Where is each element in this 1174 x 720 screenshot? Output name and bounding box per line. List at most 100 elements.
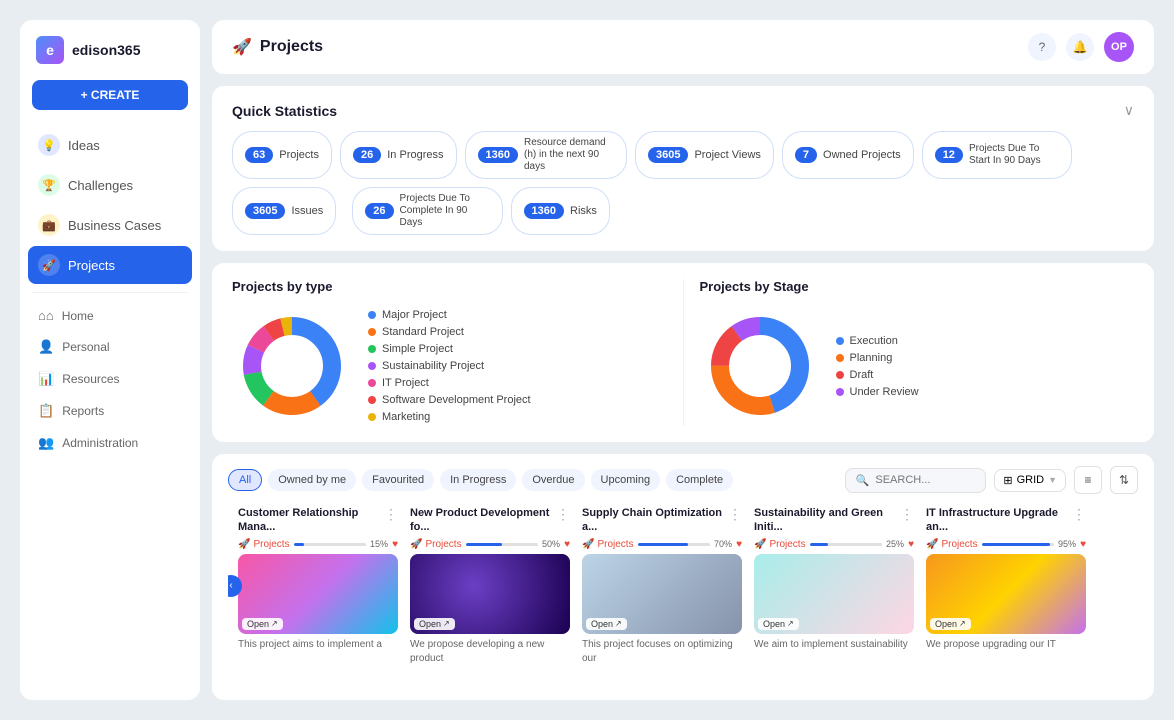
sidebar-link-reports[interactable]: 📋 Reports	[28, 396, 192, 426]
stats-panel: Quick Statistics ∨ 63 Projects 26 In Pro…	[212, 86, 1154, 251]
heart-2[interactable]: ♥	[736, 539, 742, 550]
project-menu-4[interactable]: ⋮	[1072, 506, 1086, 523]
progress-bar-4	[982, 543, 1054, 546]
sidebar-item-business[interactable]: 💼 Business Cases	[28, 206, 192, 244]
sidebar-nav: 💡 Ideas 🏆 Challenges 💼 Business Cases 🚀 …	[20, 126, 200, 284]
project-name-3: Sustainability and Green Initi...	[754, 506, 900, 535]
filter-inprogress[interactable]: In Progress	[440, 469, 516, 491]
logo-text: edison365	[72, 42, 140, 58]
legend-execution: Execution	[836, 335, 919, 347]
project-type-0: 🚀 Projects	[238, 539, 290, 550]
heart-3[interactable]: ♥	[908, 539, 914, 550]
stat-pill-owned[interactable]: 7 Owned Projects	[782, 131, 914, 179]
project-desc-4: We propose upgrading our IT	[926, 638, 1086, 652]
create-button[interactable]: + CREATE	[32, 80, 188, 110]
project-card-2: Supply Chain Optimization a... ⋮ 🚀 Proje…	[582, 506, 742, 666]
sidebar-item-ideas[interactable]: 💡 Ideas	[28, 126, 192, 164]
heart-4[interactable]: ♥	[1080, 539, 1086, 550]
stat-pill-inprogress[interactable]: 26 In Progress	[340, 131, 457, 179]
legend-draft: Draft	[836, 369, 919, 381]
stat-pill-projects[interactable]: 63 Projects	[232, 131, 332, 179]
stat-label-projects: Projects	[279, 149, 319, 161]
open-badge-2[interactable]: Open ↗	[586, 618, 627, 630]
legend-label-software: Software Development Project	[382, 394, 531, 406]
open-badge-4[interactable]: Open ↗	[930, 618, 971, 630]
sidebar-link-admin[interactable]: 👥 Administration	[28, 428, 192, 458]
sidebar-link-home[interactable]: ⌂ Home	[28, 301, 192, 330]
logo-area: e edison365	[20, 36, 200, 80]
chart-by-type: Projects by type	[232, 279, 667, 426]
avatar[interactable]: OP	[1104, 32, 1134, 62]
legend-planning: Planning	[836, 352, 919, 364]
progress-fill-2	[638, 543, 689, 546]
sidebar-link-resources[interactable]: 📊 Resources	[28, 364, 192, 394]
scroll-left-button[interactable]: ‹	[228, 575, 242, 597]
progress-pct-3: 25%	[886, 539, 904, 549]
project-meta-4: 🚀 Projects 95% ♥	[926, 539, 1086, 550]
sidebar-item-challenges[interactable]: 🏆 Challenges	[28, 166, 192, 204]
stat-pill-resource[interactable]: 1360 Resource demand (h) in the next 90 …	[465, 131, 627, 179]
open-icon-4: ↗	[959, 619, 966, 628]
legend-dot-execution	[836, 337, 844, 345]
project-menu-2[interactable]: ⋮	[728, 506, 742, 523]
open-badge-0[interactable]: Open ↗	[242, 618, 283, 630]
project-menu-0[interactable]: ⋮	[384, 506, 398, 523]
project-card-1: New Product Development fo... ⋮ 🚀 Projec…	[410, 506, 570, 666]
stat-label-start90: Projects Due To Start In 90 Days	[969, 143, 1059, 167]
open-icon-0: ↗	[271, 619, 278, 628]
stats-toggle-button[interactable]: ∨	[1124, 102, 1134, 119]
sidebar-item-projects[interactable]: 🚀 Projects	[28, 246, 192, 284]
grid-button[interactable]: ⊞ GRID ▼	[994, 469, 1066, 492]
logo-icon: e	[36, 36, 64, 64]
stat-num-risks: 1360	[524, 203, 564, 219]
stat-pill-start90[interactable]: 12 Projects Due To Start In 90 Days	[922, 131, 1072, 179]
progress-bar-1	[466, 543, 538, 546]
filter-icon-button[interactable]: ≡	[1074, 466, 1102, 494]
stat-label-risks: Risks	[570, 205, 597, 217]
projects-toolbar: All Owned by me Favourited In Progress O…	[228, 466, 1138, 494]
top-actions: ? 🔔 OP	[1028, 32, 1134, 62]
project-card-header-0: Customer Relationship Mana... ⋮	[238, 506, 398, 535]
chart-stage-title: Projects by Stage	[700, 279, 1135, 294]
open-badge-1[interactable]: Open ↗	[414, 618, 455, 630]
stat-pill-risks[interactable]: 1360 Risks	[511, 187, 610, 235]
stat-label-inprogress: In Progress	[387, 149, 443, 161]
projects-icon: 🚀	[38, 254, 60, 276]
open-badge-3[interactable]: Open ↗	[758, 618, 799, 630]
project-progress-0: 15%	[294, 539, 388, 549]
stat-pill-views[interactable]: 3605 Project Views	[635, 131, 774, 179]
project-type-3: 🚀 Projects	[754, 539, 806, 550]
search-icon: 🔍	[856, 474, 870, 487]
legend-dot-under-review	[836, 388, 844, 396]
project-thumb-2: Open ↗	[582, 554, 742, 634]
notifications-button[interactable]: 🔔	[1066, 33, 1094, 61]
project-meta-1: 🚀 Projects 50% ♥	[410, 539, 570, 550]
stat-pill-issues[interactable]: 3605 Issues	[232, 187, 336, 235]
project-menu-3[interactable]: ⋮	[900, 506, 914, 523]
legend-sustain: Sustainability Project	[368, 360, 531, 372]
search-input[interactable]	[875, 474, 975, 486]
filter-overdue[interactable]: Overdue	[522, 469, 584, 491]
sidebar-link-resources-label: Resources	[62, 372, 119, 386]
heart-1[interactable]: ♥	[564, 539, 570, 550]
open-label-1: Open	[419, 619, 441, 629]
filter-upcoming[interactable]: Upcoming	[591, 469, 661, 491]
chart-stage-legend: Execution Planning Draft Under Review	[836, 335, 919, 398]
sort-icon-button[interactable]: ⇅	[1110, 466, 1138, 494]
filter-favourited[interactable]: Favourited	[362, 469, 434, 491]
project-type-icon-2: 🚀	[582, 539, 594, 550]
personal-icon: 👤	[38, 339, 54, 355]
help-button[interactable]: ?	[1028, 33, 1056, 61]
sidebar-link-personal[interactable]: 👤 Personal	[28, 332, 192, 362]
project-card-4: IT Infrastructure Upgrade an... ⋮ 🚀 Proj…	[926, 506, 1086, 666]
filter-owned[interactable]: Owned by me	[268, 469, 356, 491]
legend-dot-standard	[368, 328, 376, 336]
heart-0[interactable]: ♥	[392, 539, 398, 550]
filter-all[interactable]: All	[228, 469, 262, 491]
progress-pct-1: 50%	[542, 539, 560, 549]
stat-pill-complete90[interactable]: 26 Projects Due To Complete In 90 Days	[352, 187, 502, 235]
filter-complete[interactable]: Complete	[666, 469, 733, 491]
page-title-area: 🚀 Projects	[232, 37, 323, 57]
project-type-icon-0: 🚀	[238, 539, 250, 550]
project-menu-1[interactable]: ⋮	[556, 506, 570, 523]
